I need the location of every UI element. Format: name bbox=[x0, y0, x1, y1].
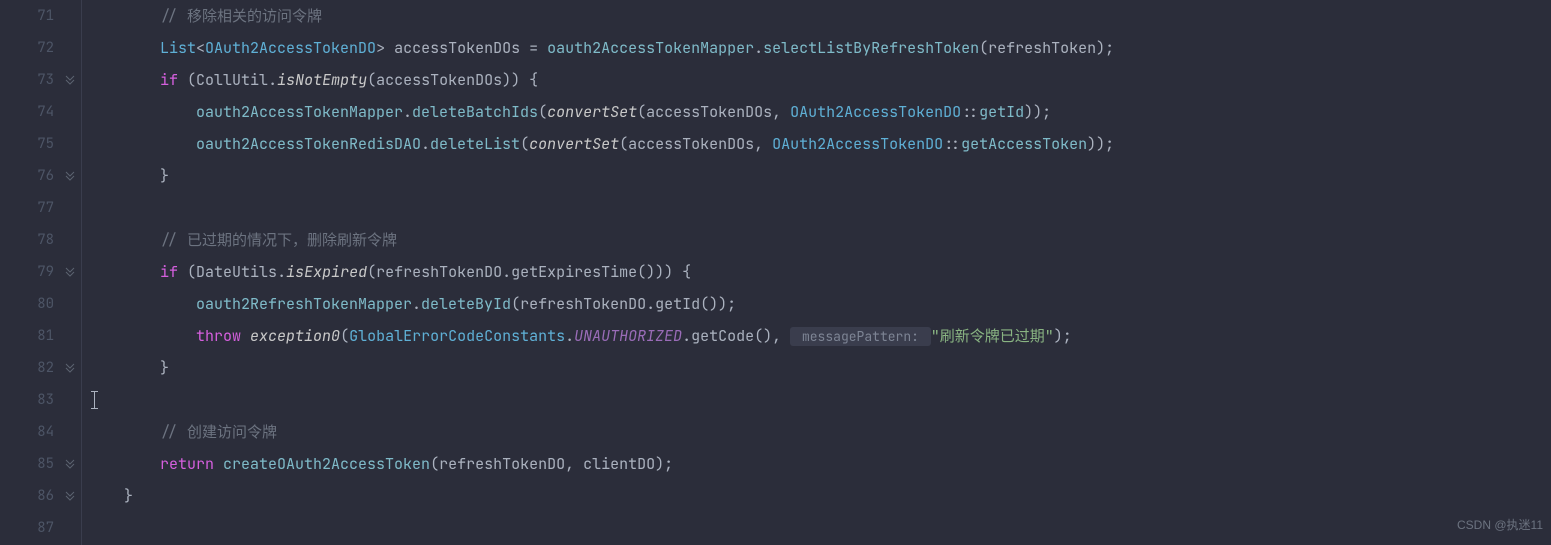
code-line-empty bbox=[88, 384, 1551, 416]
line-number: 71 bbox=[0, 0, 82, 32]
line-number: 85 bbox=[0, 448, 82, 480]
code-line: } bbox=[88, 160, 1551, 192]
code-line: return createOAuth2AccessToken(refreshTo… bbox=[88, 448, 1551, 480]
line-number: 84 bbox=[0, 416, 82, 448]
line-number: 86 bbox=[0, 480, 82, 512]
code-line: oauth2RefreshTokenMapper.deleteById(refr… bbox=[88, 288, 1551, 320]
line-number: 72 bbox=[0, 32, 82, 64]
line-number: 80 bbox=[0, 288, 82, 320]
code-line: if (DateUtils.isExpired(refreshTokenDO.g… bbox=[88, 256, 1551, 288]
line-number: 83 bbox=[0, 384, 82, 416]
line-number: 76 bbox=[0, 160, 82, 192]
code-line: List<OAuth2AccessTokenDO> accessTokenDOs… bbox=[88, 32, 1551, 64]
line-number: 87 bbox=[0, 512, 82, 544]
line-number: 81 bbox=[0, 320, 82, 352]
text-cursor-icon bbox=[94, 391, 95, 409]
watermark: CSDN @执迷11 bbox=[1457, 509, 1543, 541]
fold-icon[interactable] bbox=[64, 362, 76, 374]
fold-icon[interactable] bbox=[64, 458, 76, 470]
fold-icon[interactable] bbox=[64, 74, 76, 86]
code-editor[interactable]: 7172737475767778798081828384858687 // 移除… bbox=[0, 0, 1551, 545]
fold-icon[interactable] bbox=[64, 490, 76, 502]
line-number: 78 bbox=[0, 224, 82, 256]
code-line-empty bbox=[88, 512, 1551, 544]
line-number: 75 bbox=[0, 128, 82, 160]
code-line: oauth2AccessTokenRedisDAO.deleteList(con… bbox=[88, 128, 1551, 160]
code-line: oauth2AccessTokenMapper.deleteBatchIds(c… bbox=[88, 96, 1551, 128]
code-line: } bbox=[88, 480, 1551, 512]
fold-icon[interactable] bbox=[64, 170, 76, 182]
code-line: // 创建访问令牌 bbox=[88, 416, 1551, 448]
fold-icon[interactable] bbox=[64, 266, 76, 278]
code-line: } bbox=[88, 352, 1551, 384]
code-line: throw exception0(GlobalErrorCodeConstant… bbox=[88, 320, 1551, 352]
line-number: 77 bbox=[0, 192, 82, 224]
line-number: 79 bbox=[0, 256, 82, 288]
code-line-empty bbox=[88, 192, 1551, 224]
line-number: 74 bbox=[0, 96, 82, 128]
line-number: 73 bbox=[0, 64, 82, 96]
code-line: // 已过期的情况下，删除刷新令牌 bbox=[88, 224, 1551, 256]
code-line: // 移除相关的访问令牌 bbox=[88, 0, 1551, 32]
line-number: 82 bbox=[0, 352, 82, 384]
code-area[interactable]: // 移除相关的访问令牌 List<OAuth2AccessTokenDO> a… bbox=[82, 0, 1551, 545]
parameter-hint: messagePattern: bbox=[790, 327, 931, 346]
code-line: if (CollUtil.isNotEmpty(accessTokenDOs))… bbox=[88, 64, 1551, 96]
gutter: 7172737475767778798081828384858687 bbox=[0, 0, 82, 545]
